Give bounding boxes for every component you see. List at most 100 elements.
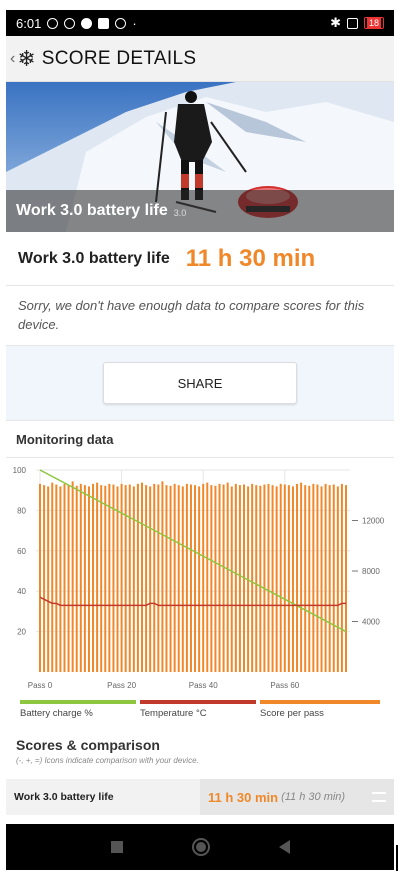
- score-bar: [104, 485, 107, 672]
- score-bar: [226, 482, 229, 672]
- square-icon: [98, 17, 110, 29]
- score-bar: [336, 486, 339, 672]
- score-bar: [141, 482, 143, 672]
- hero-image: Work 3.0 battery life 3.0: [6, 82, 394, 232]
- hero-title: Work 3.0 battery life: [16, 202, 168, 219]
- score-bar: [234, 483, 237, 672]
- monitoring-chart-svg: 100 80 60 40 20 12000 8000 4000 Pass 0 Pass 20 Pas…: [13, 466, 385, 690]
- y-left-tick-label: 20: [17, 628, 26, 637]
- legend-score: Score per pass: [260, 700, 380, 719]
- score-bar: [267, 483, 270, 672]
- score-bar: [67, 485, 70, 672]
- temperature-line: [39, 596, 346, 607]
- dot-icon: ·: [132, 15, 137, 31]
- monitoring-title: Monitoring data: [6, 420, 394, 458]
- score-bar: [263, 484, 266, 672]
- score-bar: [214, 485, 217, 672]
- y-left-tick-label: 40: [17, 587, 26, 596]
- score-bar: [116, 486, 119, 672]
- legend-battery: Battery charge %: [20, 700, 136, 719]
- score-bar: [55, 484, 58, 672]
- score-bar: [296, 483, 299, 672]
- scores-title: Scores & comparison: [16, 737, 160, 753]
- score-bar: [202, 483, 205, 672]
- score-bar: [230, 486, 233, 672]
- hero-caption: Work 3.0 battery life 3.0: [6, 190, 394, 232]
- score-bar: [165, 485, 168, 672]
- legend-temperature: Temperature °C: [140, 700, 256, 719]
- score-bar: [63, 483, 66, 672]
- chart-legend: Battery charge % Temperature °C Score pe…: [6, 700, 394, 722]
- score-bar: [112, 484, 115, 672]
- score-bar: [153, 483, 156, 672]
- result-row[interactable]: Work 3.0 battery life 11 h 30 min (11 h …: [6, 779, 394, 815]
- y-right-tick-label: 8000: [362, 567, 380, 576]
- y-right-tick-label: 4000: [362, 618, 380, 627]
- bluetooth-icon: ✱: [330, 15, 341, 30]
- result-value: 11 h 30 min: [208, 789, 279, 805]
- score-bar: [43, 485, 46, 672]
- score-bar: [300, 482, 303, 672]
- score-bar: [340, 483, 343, 672]
- score-bar: [210, 485, 213, 672]
- y-left-tick-label: 80: [17, 506, 26, 515]
- score-bar: [194, 485, 197, 672]
- y-left-tick-label: 100: [13, 466, 27, 475]
- score-bar: [51, 482, 54, 672]
- score-bar: [279, 483, 282, 672]
- score-bar: [157, 484, 160, 672]
- legend-score-label: Score per pass: [260, 708, 324, 719]
- score-bar: [136, 483, 139, 672]
- chevron-left-icon[interactable]: ‹: [10, 50, 15, 68]
- sim-icon: [346, 17, 358, 29]
- score-bar: [308, 485, 311, 672]
- score-bar: [185, 483, 188, 672]
- scores-subtitle: (-, +, =) Icons indicate comparison with…: [16, 756, 199, 765]
- alarm-icon: [64, 17, 76, 29]
- x-tick-label: Pass 0: [28, 681, 53, 690]
- comparison-message: Sorry, we don't have enough data to comp…: [6, 286, 394, 346]
- x-tick-label: Pass 40: [189, 681, 218, 690]
- score-bar: [345, 485, 347, 672]
- score-bar: [198, 486, 201, 672]
- monitoring-chart: 100 80 60 40 20 12000 8000 4000 Pass 0 Pass 20 Pas…: [6, 460, 394, 720]
- score-bar: [173, 483, 176, 672]
- result-compare-value: (11 h 30 min): [281, 791, 346, 803]
- title-bar: ‹ ❄ SCORE DETAILS: [6, 36, 394, 82]
- score-bar: [189, 484, 192, 672]
- score-bar: [79, 483, 82, 672]
- share-button[interactable]: SHARE: [103, 362, 297, 404]
- score-bar: [108, 483, 111, 672]
- score-bar: [83, 485, 86, 672]
- y-left-tick-label: 60: [17, 547, 26, 556]
- score-bar: [47, 486, 50, 672]
- alarm-off-icon: [47, 17, 59, 29]
- legend-temperature-swatch: [140, 700, 256, 704]
- score-value: 11 h 30 min: [185, 244, 316, 272]
- score-bar: [75, 485, 78, 672]
- score-bar: [96, 482, 99, 672]
- score-bar: [259, 485, 262, 672]
- score-bar: [206, 482, 209, 672]
- text-cursor: [396, 845, 398, 871]
- y-right-tick-label: 12000: [362, 517, 385, 526]
- legend-battery-label: Battery charge %: [20, 708, 93, 719]
- x-tick-label: Pass 60: [270, 681, 299, 690]
- score-bar: [275, 486, 278, 672]
- score-bar: [255, 485, 258, 672]
- score-bar: [128, 484, 131, 672]
- equal-icon: [372, 792, 386, 802]
- score-bar: [332, 484, 335, 672]
- home-icon[interactable]: [191, 838, 210, 856]
- score-bar: [271, 485, 274, 672]
- score-bar: [287, 485, 290, 672]
- recents-icon[interactable]: [110, 841, 123, 853]
- score-bar: [71, 481, 74, 672]
- score-bar: [304, 485, 307, 672]
- back-icon[interactable]: [278, 840, 290, 854]
- score-bar: [291, 486, 294, 672]
- battery-icon: 18: [363, 17, 384, 29]
- score-bar: [218, 483, 221, 672]
- score-bar: [87, 486, 90, 672]
- legend-battery-swatch: [20, 700, 136, 704]
